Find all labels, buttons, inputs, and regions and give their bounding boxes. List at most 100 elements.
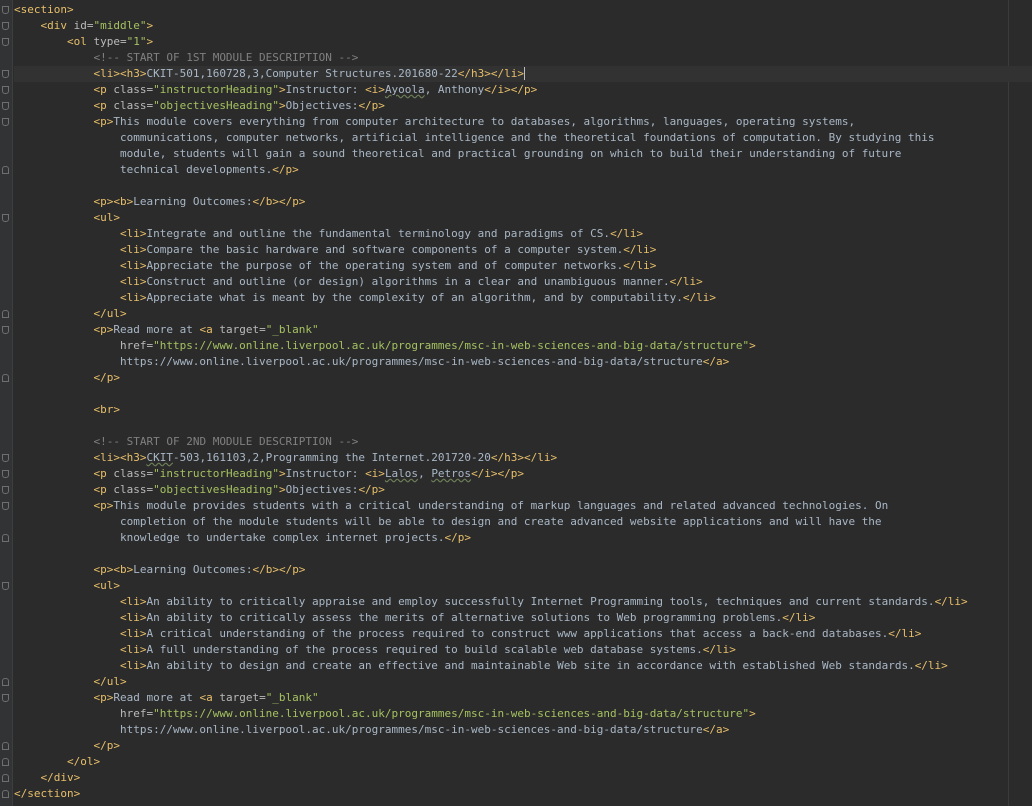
code-line[interactable]: </ul> (14, 674, 1032, 690)
code-line[interactable]: technical developments.</p> (14, 162, 1032, 178)
code-token: </h3></li> (457, 67, 524, 80)
code-token: technical developments. (14, 163, 273, 176)
fold-open-icon[interactable] (2, 86, 9, 94)
code-line[interactable]: </ol> (14, 754, 1032, 770)
code-line[interactable] (14, 386, 1032, 402)
code-token: "instructorHeading" (153, 467, 279, 480)
code-line[interactable]: <section> (14, 2, 1032, 18)
code-lines[interactable]: <section> <div id="middle"> <ol type="1"… (14, 2, 1032, 802)
code-line[interactable]: <p>Read more at <a target="_blank" (14, 322, 1032, 338)
code-line[interactable]: <li>Construct and outline (or design) al… (14, 274, 1032, 290)
code-line[interactable]: <li>Appreciate what is meant by the comp… (14, 290, 1032, 306)
code-line[interactable]: https://www.online.liverpool.ac.uk/progr… (14, 354, 1032, 370)
code-token: > (749, 339, 756, 352)
code-line[interactable]: <li>Appreciate the purpose of the operat… (14, 258, 1032, 274)
code-line[interactable]: communications, computer networks, artif… (14, 130, 1032, 146)
code-line[interactable]: <li>An ability to critically assess the … (14, 610, 1032, 626)
code-line[interactable]: href="https://www.online.liverpool.ac.uk… (14, 338, 1032, 354)
fold-open-icon[interactable] (2, 454, 9, 462)
fold-close-icon[interactable] (2, 678, 9, 686)
code-token: > (278, 83, 286, 96)
code-line[interactable]: <li>An ability to critically appraise an… (14, 594, 1032, 610)
code-line[interactable]: href="https://www.online.liverpool.ac.uk… (14, 706, 1032, 722)
code-line[interactable]: </p> (14, 738, 1032, 754)
code-line[interactable]: <p>This module covers everything from co… (14, 114, 1032, 130)
fold-open-icon[interactable] (2, 102, 9, 110)
code-line[interactable]: <ul> (14, 578, 1032, 594)
fold-open-icon[interactable] (2, 38, 9, 46)
fold-open-icon[interactable] (2, 214, 9, 222)
fold-open-icon[interactable] (2, 118, 9, 126)
code-line[interactable]: <!-- START OF 1ST MODULE DESCRIPTION --> (14, 50, 1032, 66)
code-editor[interactable]: <section> <div id="middle"> <ol type="1"… (0, 0, 1032, 806)
code-line[interactable]: completion of the module students will b… (14, 514, 1032, 530)
code-line[interactable]: <li>An ability to design and create an e… (14, 658, 1032, 674)
code-line[interactable]: module, students will gain a sound theor… (14, 146, 1032, 162)
code-line[interactable]: <li><h3>CKIT-503,161103,2,Programming th… (14, 450, 1032, 466)
fold-open-icon[interactable] (2, 6, 9, 14)
fold-close-icon[interactable] (2, 166, 9, 174)
fold-close-icon[interactable] (2, 758, 9, 766)
code-line[interactable]: <!-- START OF 2ND MODULE DESCRIPTION --> (14, 434, 1032, 450)
code-token: Learning Outcomes: (133, 195, 253, 208)
fold-open-icon[interactable] (2, 470, 9, 478)
code-token: </h3></li> (490, 451, 558, 464)
code-line[interactable] (14, 546, 1032, 562)
fold-close-icon[interactable] (2, 790, 9, 798)
code-line[interactable] (14, 178, 1032, 194)
fold-open-icon[interactable] (2, 694, 9, 702)
code-token: <a (199, 691, 220, 704)
code-line[interactable]: </section> (14, 786, 1032, 802)
fold-open-icon[interactable] (2, 22, 9, 30)
code-line[interactable]: <p class="instructorHeading">Instructor:… (14, 82, 1032, 98)
code-line[interactable]: <p>Read more at <a target="_blank" (14, 690, 1032, 706)
code-line[interactable]: <br> (14, 402, 1032, 418)
code-token: </a> (702, 723, 730, 736)
code-line[interactable]: <li>A critical understanding of the proc… (14, 626, 1032, 642)
code-line[interactable]: <p class="instructorHeading">Instructor:… (14, 466, 1032, 482)
fold-close-icon[interactable] (2, 310, 9, 318)
code-token: "_blank" (265, 691, 319, 704)
code-token: </li> (934, 595, 968, 608)
code-line[interactable]: <p><b>Learning Outcomes:</b></p> (14, 562, 1032, 578)
code-token: "_blank" (265, 323, 319, 336)
code-line[interactable]: <p class="objectivesHeading">Objectives:… (14, 98, 1032, 114)
code-token: </a> (702, 355, 730, 368)
code-line[interactable]: <p class="objectivesHeading">Objectives:… (14, 482, 1032, 498)
code-line[interactable]: <li>Compare the basic hardware and softw… (14, 242, 1032, 258)
code-line[interactable]: knowledge to undertake complex internet … (14, 530, 1032, 546)
code-line[interactable]: </p> (14, 370, 1032, 386)
code-line[interactable]: <li><h3>CKIT-501,160728,3,Computer Struc… (14, 66, 1032, 82)
fold-close-icon[interactable] (2, 374, 9, 382)
code-token: A critical understanding of the process … (146, 627, 889, 640)
code-line[interactable]: <li>Integrate and outline the fundamenta… (14, 226, 1032, 242)
code-token: </li> (782, 611, 816, 624)
code-token: <p (93, 467, 114, 480)
fold-close-icon[interactable] (2, 774, 9, 782)
fold-open-icon[interactable] (2, 502, 9, 510)
code-line[interactable]: <ol type="1"> (14, 34, 1032, 50)
fold-close-icon[interactable] (2, 742, 9, 750)
code-line[interactable]: <p><b>Learning Outcomes:</b></p> (14, 194, 1032, 210)
fold-close-icon[interactable] (2, 534, 9, 542)
code-line[interactable] (14, 418, 1032, 434)
code-line[interactable]: <div id="middle"> (14, 18, 1032, 34)
code-line[interactable]: <p>This module provides students with a … (14, 498, 1032, 514)
code-line[interactable]: <ul> (14, 210, 1032, 226)
code-line[interactable]: </div> (14, 770, 1032, 786)
code-line[interactable]: </ul> (14, 306, 1032, 322)
code-token: <li> (119, 643, 147, 656)
fold-open-icon[interactable] (2, 70, 9, 78)
fold-open-icon[interactable] (2, 486, 9, 494)
code-line[interactable]: <li>A full understanding of the process … (14, 642, 1032, 658)
code-token: <!-- START OF 2ND MODULE DESCRIPTION --> (93, 435, 359, 448)
code-line[interactable]: https://www.online.liverpool.ac.uk/progr… (14, 722, 1032, 738)
fold-open-icon[interactable] (2, 326, 9, 334)
fold-open-icon[interactable] (2, 582, 9, 590)
